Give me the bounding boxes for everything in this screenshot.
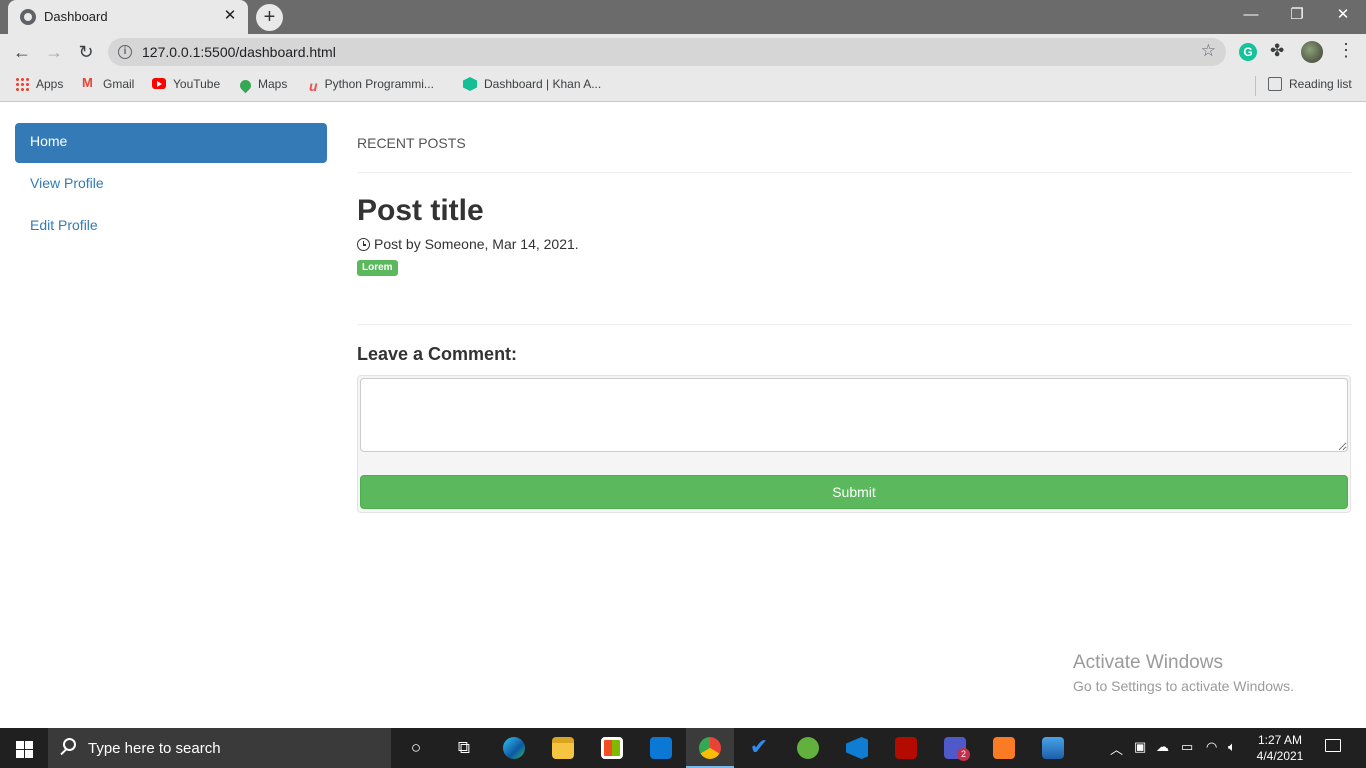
bookmark-star-icon[interactable]: ☆ (1201, 41, 1216, 61)
windows-start-icon[interactable] (0, 728, 48, 768)
taskbar-search-placeholder: Type here to search (88, 740, 221, 757)
apps-grid-icon (15, 77, 29, 91)
teams-badge: 2 (957, 748, 970, 761)
utorrent-icon[interactable] (784, 728, 832, 768)
chrome-icon[interactable] (686, 728, 734, 768)
window-minimize-button[interactable]: — (1228, 0, 1274, 30)
main-content: RECENT POSTS Post title Post by Someone,… (357, 123, 1351, 513)
site-info-icon[interactable]: i (118, 45, 132, 59)
forward-arrow-icon[interactable]: → (41, 39, 67, 65)
watermark-subtitle: Go to Settings to activate Windows. (1073, 678, 1294, 694)
bookmarks-divider (1255, 76, 1256, 96)
reload-icon[interactable]: ↻ (73, 39, 99, 65)
post-meta: Post by Someone, Mar 14, 2021. (357, 236, 1351, 252)
bookmark-khan[interactable]: Dashboard | Khan A... (463, 77, 601, 91)
vscode-icon[interactable] (833, 728, 881, 768)
divider (357, 324, 1351, 325)
windows-taskbar: Type here to search ○ ⧉ ✔ 2 ︿ ▣ ☁ ▭ ◠ 🔈︎… (0, 728, 1366, 768)
maps-pin-icon (237, 77, 254, 94)
profile-avatar[interactable] (1301, 41, 1323, 63)
browser-tabstrip: Dashboard ✕ + — ❐ ✕ (0, 0, 1366, 34)
address-bar[interactable]: i 127.0.0.1:5500/dashboard.html ☆ (108, 38, 1226, 66)
xampp-icon[interactable] (980, 728, 1028, 768)
gmail-icon (82, 75, 96, 91)
onedrive-cloud-icon[interactable]: ☁ (1156, 739, 1169, 755)
grammarly-extension-icon[interactable]: G (1239, 43, 1257, 61)
tab-close-icon[interactable]: ✕ (220, 6, 240, 26)
page-content: Home View Profile Edit Profile RECENT PO… (0, 103, 1366, 728)
comment-heading: Leave a Comment: (357, 344, 518, 364)
back-arrow-icon[interactable]: ← (9, 39, 35, 65)
udemy-icon: u (309, 78, 318, 94)
submit-button[interactable]: Submit (360, 475, 1348, 509)
battery-icon[interactable]: ▭ (1181, 739, 1193, 755)
bookmark-python[interactable]: u Python Programmi... (309, 77, 434, 94)
globe-favicon-icon (20, 9, 36, 25)
sidebar-item-home[interactable]: Home (15, 123, 327, 163)
file-explorer-icon[interactable] (539, 728, 587, 768)
volume-icon[interactable]: 🔈︎ (1228, 739, 1236, 755)
acrobat-icon[interactable] (882, 728, 930, 768)
sidebar-item-edit-profile[interactable]: Edit Profile (15, 207, 327, 247)
new-tab-button[interactable]: + (256, 4, 283, 31)
photos-icon[interactable] (1029, 728, 1077, 768)
address-url[interactable]: 127.0.0.1:5500/dashboard.html (142, 44, 336, 60)
sidebar-item-view-profile[interactable]: View Profile (15, 165, 327, 205)
bookmark-gmail[interactable]: Gmail (82, 75, 134, 91)
window-restore-button[interactable]: ❐ (1274, 0, 1320, 30)
section-title: RECENT POSTS (357, 123, 1351, 173)
clock-time: 1:27 AM (1257, 733, 1303, 747)
khan-academy-icon (463, 77, 477, 91)
browser-toolbar: ← → ↻ i 127.0.0.1:5500/dashboard.html ☆ (0, 34, 1366, 70)
comment-textarea[interactable] (360, 378, 1348, 452)
taskbar-search-box[interactable]: Type here to search (48, 728, 391, 768)
microsoft-store-icon[interactable] (588, 728, 636, 768)
window-close-button[interactable]: ✕ (1320, 0, 1366, 30)
search-icon (63, 738, 76, 751)
browser-menu-icon[interactable]: ⋮ (1337, 40, 1355, 61)
mail-icon[interactable] (637, 728, 685, 768)
bookmark-youtube[interactable]: YouTube (152, 77, 220, 91)
tab-dashboard[interactable]: Dashboard ✕ (8, 0, 248, 34)
clock-icon (357, 238, 370, 251)
notifications-icon[interactable] (1325, 739, 1341, 752)
show-hidden-icons-icon[interactable]: ︿ (1110, 739, 1123, 758)
post-tag-badge: Lorem (357, 260, 398, 276)
post-title: Post title (357, 194, 484, 227)
taskbar-clock[interactable]: 1:27 AM 4/4/2021 (1252, 732, 1308, 764)
teams-icon[interactable]: 2 (931, 728, 979, 768)
watermark-title: Activate Windows (1073, 652, 1223, 673)
edge-icon[interactable] (490, 728, 538, 768)
youtube-icon (152, 78, 166, 89)
activate-windows-watermark: Activate Windows Go to Settings to activ… (1073, 652, 1294, 694)
bookmark-maps[interactable]: Maps (237, 77, 287, 94)
sidebar-nav: Home View Profile Edit Profile (15, 123, 327, 249)
clock-date: 4/4/2021 (1256, 749, 1304, 763)
cortana-icon[interactable]: ○ (392, 728, 440, 768)
reading-list-icon (1268, 77, 1282, 91)
todo-icon[interactable]: ✔ (735, 728, 783, 768)
meet-now-icon[interactable]: ▣ (1134, 739, 1146, 755)
bookmarks-bar: Apps Gmail YouTube Maps uPython Programm… (0, 70, 1366, 102)
bookmark-apps[interactable]: Apps (15, 77, 63, 91)
reading-list-button[interactable]: Reading list (1268, 77, 1352, 91)
post-meta-text: Post by Someone, Mar 14, 2021. (374, 236, 579, 252)
comment-form: Submit (357, 375, 1351, 513)
tab-title: Dashboard (44, 9, 108, 24)
extensions-puzzle-icon[interactable]: ✤ (1270, 41, 1284, 61)
wifi-icon[interactable]: ◠ (1206, 739, 1217, 755)
task-view-icon[interactable]: ⧉ (440, 728, 488, 768)
